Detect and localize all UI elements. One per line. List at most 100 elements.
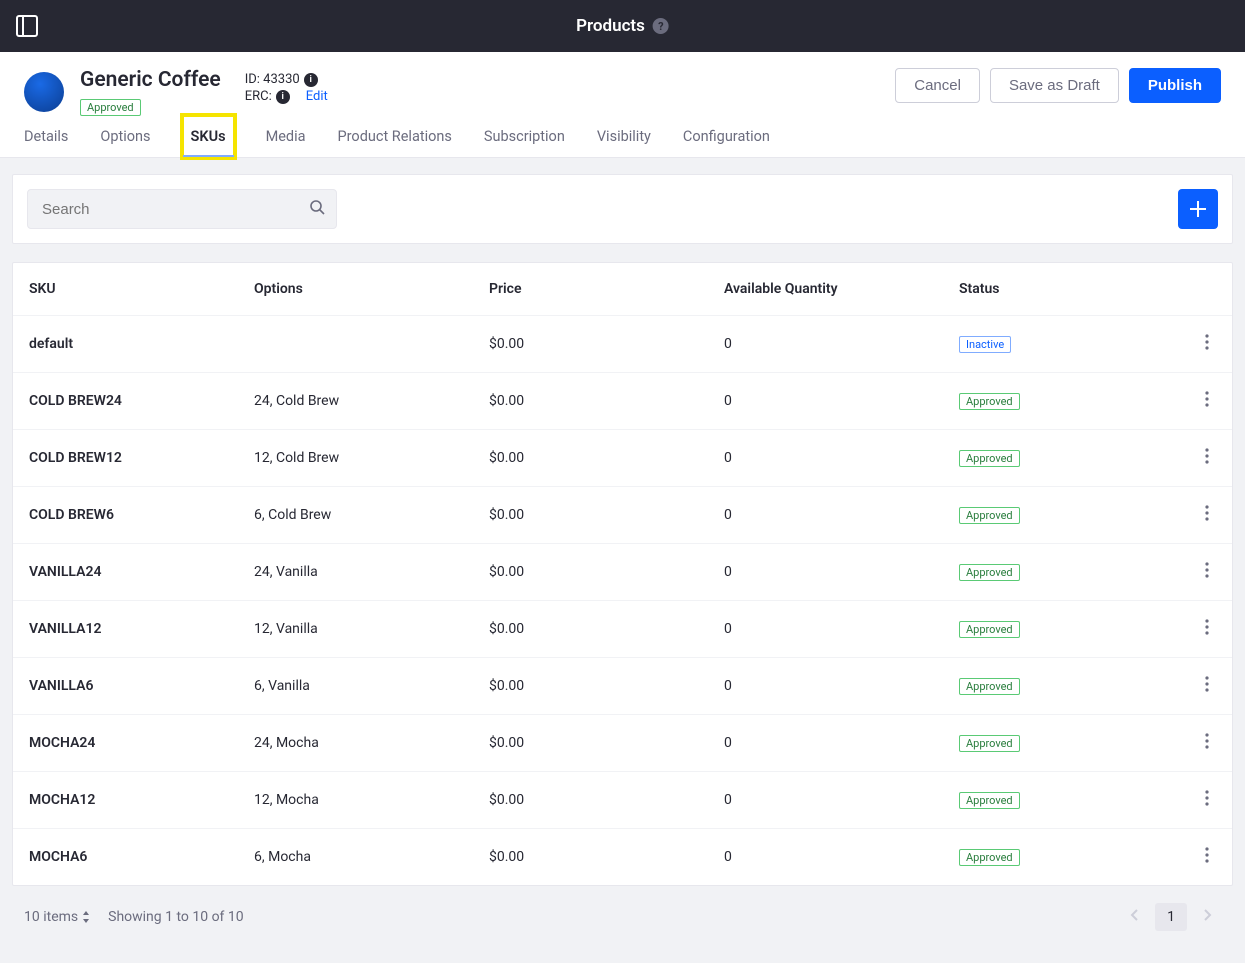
info-icon[interactable]: i	[304, 73, 318, 87]
status-badge: Inactive	[959, 336, 1011, 353]
product-header: Generic Coffee Approved ID: 43330 i ERC:…	[0, 52, 1245, 116]
cell-sku: VANILLA6	[13, 658, 238, 715]
col-qty: Available Quantity	[708, 263, 943, 316]
tab-media[interactable]: Media	[266, 116, 306, 157]
kebab-icon	[1205, 847, 1209, 863]
row-menu-button[interactable]	[1205, 559, 1209, 583]
edit-link[interactable]: Edit	[306, 89, 328, 104]
status-badge: Approved	[959, 735, 1020, 752]
cell-options: 6, Cold Brew	[238, 487, 473, 544]
kebab-icon	[1205, 562, 1209, 578]
kebab-icon	[1205, 619, 1209, 635]
tab-details[interactable]: Details	[24, 116, 68, 157]
search-icon[interactable]	[309, 199, 325, 219]
row-menu-button[interactable]	[1205, 844, 1209, 868]
table-row[interactable]: COLD BREW66, Cold Brew$0.000 Approved	[13, 487, 1232, 544]
info-icon[interactable]: i	[276, 90, 290, 104]
cell-status: Approved	[943, 487, 1182, 544]
cell-sku: MOCHA12	[13, 772, 238, 829]
product-erc-label: ERC:	[245, 89, 272, 104]
row-menu-button[interactable]	[1205, 787, 1209, 811]
add-button[interactable]	[1178, 189, 1218, 229]
cell-options	[238, 316, 473, 373]
status-badge: Approved	[959, 678, 1020, 695]
tab-configuration[interactable]: Configuration	[683, 116, 770, 157]
table-row[interactable]: MOCHA1212, Mocha$0.000Approved	[13, 772, 1232, 829]
kebab-icon	[1205, 448, 1209, 464]
tab-options[interactable]: Options	[100, 116, 150, 157]
cell-status: Approved	[943, 544, 1182, 601]
kebab-icon	[1205, 334, 1209, 350]
cell-status: Approved	[943, 658, 1182, 715]
tab-visibility[interactable]: Visibility	[597, 116, 651, 157]
page-title-text: Products	[576, 16, 645, 36]
cell-sku: COLD BREW24	[13, 373, 238, 430]
page-number[interactable]: 1	[1155, 903, 1187, 931]
search-input[interactable]	[27, 189, 337, 229]
sidebar-toggle-icon[interactable]	[16, 15, 38, 37]
cell-status: Approved	[943, 430, 1182, 487]
cell-options: 24, Mocha	[238, 715, 473, 772]
publish-button[interactable]: Publish	[1129, 68, 1221, 103]
cell-options: 24, Cold Brew	[238, 373, 473, 430]
kebab-icon	[1205, 505, 1209, 521]
cell-price: $0.00	[473, 316, 708, 373]
save-draft-button[interactable]: Save as Draft	[990, 68, 1119, 103]
table-row[interactable]: MOCHA2424, Mocha$0.000Approved	[13, 715, 1232, 772]
cell-options: 12, Cold Brew	[238, 430, 473, 487]
cell-sku: VANILLA12	[13, 601, 238, 658]
search-wrap	[27, 189, 337, 229]
table-row[interactable]: VANILLA2424, Vanilla$0.000Approved	[13, 544, 1232, 601]
row-menu-button[interactable]	[1205, 502, 1209, 526]
status-badge: Approved	[959, 849, 1020, 866]
items-per-page[interactable]: 10 items	[24, 909, 90, 925]
status-badge: Approved	[959, 393, 1020, 410]
table-row[interactable]: VANILLA66, Vanilla$0.000Approved	[13, 658, 1232, 715]
table-row[interactable]: COLD BREW1212, Cold Brew$0.000Approved	[13, 430, 1232, 487]
cell-status: Approved	[943, 715, 1182, 772]
showing-text: Showing 1 to 10 of 10	[108, 909, 244, 925]
cell-price: $0.00	[473, 715, 708, 772]
row-menu-button[interactable]	[1205, 331, 1209, 355]
row-menu-button[interactable]	[1205, 445, 1209, 469]
status-badge: Approved	[959, 621, 1020, 638]
cell-sku: COLD BREW6	[13, 487, 238, 544]
kebab-icon	[1205, 391, 1209, 407]
tab-skus[interactable]: SKUs	[183, 116, 234, 157]
tab-product-relations[interactable]: Product Relations	[338, 116, 452, 157]
status-badge: Approved	[959, 450, 1020, 467]
pagination: 10 items Showing 1 to 10 of 10 1	[12, 886, 1233, 947]
cell-price: $0.00	[473, 487, 708, 544]
col-price: Price	[473, 263, 708, 316]
cell-qty: 0	[708, 487, 943, 544]
table-row[interactable]: COLD BREW2424, Cold Brew$0.000Approved	[13, 373, 1232, 430]
cell-price: $0.00	[473, 544, 708, 601]
cell-options: 12, Mocha	[238, 772, 473, 829]
tab-subscription[interactable]: Subscription	[484, 116, 565, 157]
row-menu-button[interactable]	[1205, 730, 1209, 754]
prev-page[interactable]	[1121, 902, 1147, 931]
row-menu-button[interactable]	[1205, 388, 1209, 412]
cell-price: $0.00	[473, 430, 708, 487]
cell-status: Approved	[943, 373, 1182, 430]
cell-status: Approved	[943, 601, 1182, 658]
table-row[interactable]: MOCHA66, Mocha$0.000Approved	[13, 829, 1232, 886]
table-row[interactable]: default$0.000Inactive	[13, 316, 1232, 373]
row-menu-button[interactable]	[1205, 616, 1209, 640]
cell-price: $0.00	[473, 772, 708, 829]
page-title: Products ?	[576, 16, 669, 36]
chevron-right-icon	[1203, 908, 1213, 922]
help-icon[interactable]: ?	[653, 18, 669, 34]
col-sku: SKU	[13, 263, 238, 316]
table-row[interactable]: VANILLA1212, Vanilla$0.000Approved	[13, 601, 1232, 658]
cancel-button[interactable]: Cancel	[895, 68, 980, 103]
kebab-icon	[1205, 676, 1209, 692]
topbar: Products ?	[0, 0, 1245, 52]
status-badge: Approved	[959, 507, 1020, 524]
next-page[interactable]	[1195, 902, 1221, 931]
kebab-icon	[1205, 733, 1209, 749]
cell-qty: 0	[708, 430, 943, 487]
cell-options: 6, Mocha	[238, 829, 473, 886]
cell-sku: MOCHA6	[13, 829, 238, 886]
row-menu-button[interactable]	[1205, 673, 1209, 697]
